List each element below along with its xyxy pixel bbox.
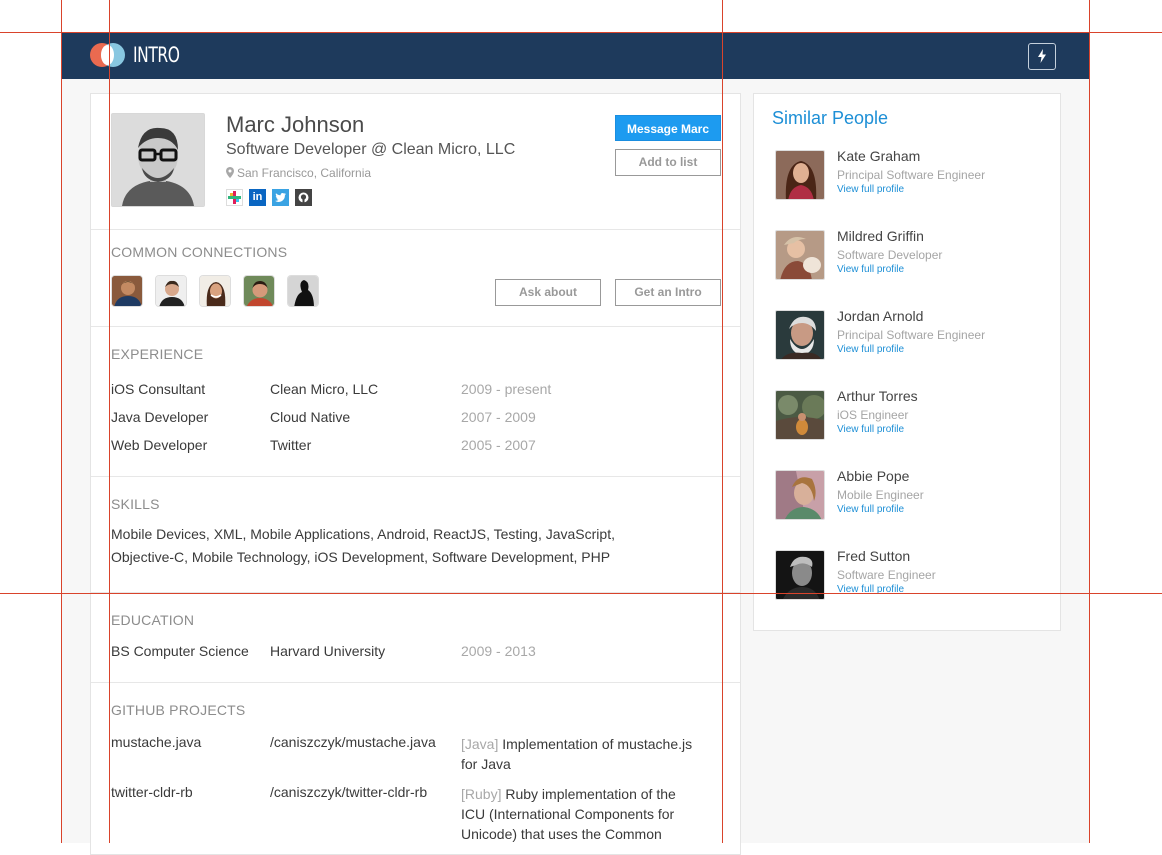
profile-card: Marc Johnson Software Developer @ Clean … xyxy=(90,93,741,855)
project-description: [Ruby] Ruby implementation of the ICU (I… xyxy=(461,784,676,844)
person-name[interactable]: Kate Graham xyxy=(837,148,920,164)
view-full-profile-link[interactable]: View full profile xyxy=(837,264,904,275)
view-full-profile-link[interactable]: View full profile xyxy=(837,184,904,195)
person-photo[interactable] xyxy=(775,470,825,520)
project-desc-text: Ruby implementation of the xyxy=(501,786,676,802)
linkedin-icon[interactable]: in xyxy=(249,189,266,206)
skills-text-line: Mobile Devices, XML, Mobile Applications… xyxy=(111,526,615,542)
github-icon[interactable] xyxy=(295,189,312,206)
connection-avatar[interactable] xyxy=(243,275,275,307)
person-name[interactable]: Arthur Torres xyxy=(837,388,918,404)
similar-person[interactable]: Jordan Arnold Principal Software Enginee… xyxy=(775,308,1045,362)
guide-line xyxy=(109,0,110,843)
view-full-profile-link[interactable]: View full profile xyxy=(837,424,904,435)
experience-role: Web Developer xyxy=(111,437,208,453)
project-desc-text: for Java xyxy=(461,756,511,772)
experience-years: 2007 - 2009 xyxy=(461,409,536,425)
education-degree: BS Computer Science xyxy=(111,643,249,659)
project-language: [Java] xyxy=(461,736,499,752)
connection-avatar[interactable] xyxy=(199,275,231,307)
similar-person[interactable]: Mildred Griffin Software Developer View … xyxy=(775,228,1045,282)
education-label: EDUCATION xyxy=(111,612,195,628)
person-photo[interactable] xyxy=(775,150,825,200)
github-projects-label: GITHUB PROJECTS xyxy=(111,702,246,718)
person-role: Principal Software Engineer xyxy=(837,168,986,182)
person-photo[interactable] xyxy=(775,230,825,280)
skills-text-line: Objective-C, Mobile Technology, iOS Deve… xyxy=(111,549,611,565)
experience-role: iOS Consultant xyxy=(111,381,206,397)
similar-people-card: Similar People Kate Graham Principal Sof… xyxy=(753,93,1061,631)
similar-people-title: Similar People xyxy=(772,108,889,128)
get-an-intro-button[interactable]: Get an Intro xyxy=(615,279,721,306)
experience-label: EXPERIENCE xyxy=(111,346,204,362)
divider xyxy=(91,326,740,327)
person-name[interactable]: Jordan Arnold xyxy=(837,308,923,324)
similar-person[interactable]: Kate Graham Principal Software Engineer … xyxy=(775,148,1045,202)
person-role: Software Developer xyxy=(837,248,943,262)
connection-avatar[interactable] xyxy=(155,275,187,307)
experience-company: Clean Micro, LLC xyxy=(270,381,379,397)
similar-person[interactable]: Fred Sutton Software Engineer View full … xyxy=(775,548,1045,602)
project-description: [Java] Implementation of mustache.js for… xyxy=(461,734,692,774)
divider xyxy=(91,682,740,683)
project-name[interactable]: twitter-cldr-rb xyxy=(111,784,193,800)
social-links: in xyxy=(226,189,318,206)
person-role: Principal Software Engineer xyxy=(837,328,986,342)
lightning-bolt-icon xyxy=(1038,49,1046,63)
top-nav-bar: INTRO xyxy=(61,32,1089,79)
profile-avatar xyxy=(111,113,205,207)
person-photo[interactable] xyxy=(775,310,825,360)
profile-location: San Francisco, California xyxy=(226,166,371,180)
project-path[interactable]: /caniszczyk/mustache.java xyxy=(270,734,436,750)
experience-company: Twitter xyxy=(270,437,312,453)
profile-name: Marc Johnson xyxy=(226,112,365,137)
slack-icon[interactable] xyxy=(226,189,243,206)
project-language: [Ruby] xyxy=(461,786,502,802)
person-role: Mobile Engineer xyxy=(837,488,924,502)
experience-years: 2005 - 2007 xyxy=(461,437,536,453)
person-name[interactable]: Mildred Griffin xyxy=(837,228,924,244)
map-pin-icon xyxy=(226,167,234,178)
guide-line xyxy=(0,32,1162,33)
view-full-profile-link[interactable]: View full profile xyxy=(837,504,904,515)
project-desc-text: ICU (International Components for xyxy=(461,806,675,822)
add-to-list-button[interactable]: Add to list xyxy=(615,149,721,176)
twitter-icon[interactable] xyxy=(272,189,289,206)
person-role: iOS Engineer xyxy=(837,408,909,422)
profile-headline: Software Developer @ Clean Micro, LLC xyxy=(226,141,516,158)
similar-person[interactable]: Arthur Torres iOS Engineer View full pro… xyxy=(775,388,1045,442)
connection-avatar[interactable] xyxy=(287,275,319,307)
divider xyxy=(91,229,740,230)
message-button[interactable]: Message Marc xyxy=(615,115,721,141)
view-full-profile-link[interactable]: View full profile xyxy=(837,344,904,355)
intro-logo[interactable] xyxy=(90,43,126,67)
project-desc-text: Implementation of mustache.js xyxy=(498,736,693,752)
person-photo[interactable] xyxy=(775,390,825,440)
project-desc-text: Unicode) that uses the Common xyxy=(461,826,662,842)
ask-about-button[interactable]: Ask about xyxy=(495,279,601,306)
lightning-bolt-button[interactable] xyxy=(1028,43,1056,70)
person-name[interactable]: Abbie Pope xyxy=(837,468,909,484)
common-connections-label: COMMON CONNECTIONS xyxy=(111,244,288,260)
similar-person[interactable]: Abbie Pope Mobile Engineer View full pro… xyxy=(775,468,1045,522)
project-path[interactable]: /caniszczyk/twitter-cldr-rb xyxy=(270,784,427,800)
location-text: San Francisco, California xyxy=(237,166,372,180)
experience-company: Cloud Native xyxy=(270,409,351,425)
skills-label: SKILLS xyxy=(111,496,160,512)
education-years: 2009 - 2013 xyxy=(461,643,536,659)
guide-line xyxy=(61,0,62,843)
education-school: Harvard University xyxy=(270,643,386,659)
connection-avatar[interactable] xyxy=(111,275,143,307)
guide-line xyxy=(0,593,1162,594)
person-name[interactable]: Fred Sutton xyxy=(837,548,910,564)
project-name[interactable]: mustache.java xyxy=(111,734,201,750)
brand-name[interactable]: INTRO xyxy=(133,43,180,67)
experience-years: 2009 - present xyxy=(461,381,552,397)
guide-line xyxy=(1089,0,1090,843)
divider xyxy=(91,476,740,477)
guide-line xyxy=(722,0,723,843)
experience-role: Java Developer xyxy=(111,409,209,425)
person-role: Software Engineer xyxy=(837,568,936,582)
